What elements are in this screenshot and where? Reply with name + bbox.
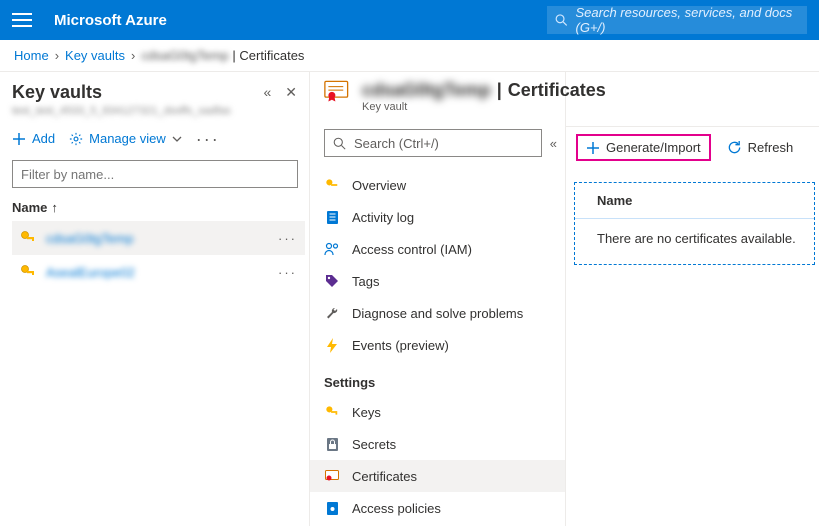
manage-view-button[interactable]: Manage view — [69, 131, 182, 146]
vault-list-item[interactable]: cdsaG0tgTemp ··· — [12, 221, 305, 255]
plus-icon — [12, 132, 26, 146]
resource-title: cdsaG0tgTemp | Certificates — [362, 80, 606, 101]
more-button[interactable]: ··· — [196, 134, 220, 144]
collapse-left-icon[interactable]: « — [263, 84, 271, 101]
name-column-header[interactable]: Name — [575, 183, 814, 219]
refresh-button[interactable]: Refresh — [719, 136, 802, 159]
certificates-list-area: Name There are no certificates available… — [574, 182, 815, 265]
brand[interactable]: Microsoft Azure — [54, 12, 167, 29]
panel-subtitle: test_test_4533_5_834127321_dssffs_sadfas — [12, 105, 305, 117]
nav-access-policies[interactable]: Access policies — [310, 492, 565, 524]
nav-certificates[interactable]: Certificates — [310, 460, 565, 492]
keyvault-icon — [325, 178, 339, 192]
chevron-down-icon — [172, 136, 182, 142]
search-icon — [555, 13, 568, 27]
key-icon — [325, 405, 339, 419]
certificate-icon — [324, 80, 352, 102]
breadcrumb-sep: › — [55, 48, 59, 63]
refresh-icon — [727, 140, 742, 155]
resource-type: Key vault — [362, 101, 606, 113]
menu-search[interactable]: Search (Ctrl+/) — [324, 129, 542, 157]
search-icon — [333, 137, 346, 150]
nav-diagnose[interactable]: Diagnose and solve problems — [310, 297, 565, 329]
filter-input[interactable] — [12, 160, 298, 188]
bolt-icon — [327, 338, 337, 353]
tag-icon — [325, 274, 339, 288]
sort-asc-icon: ↑ — [51, 200, 58, 215]
global-search[interactable]: Search resources, services, and docs (G+… — [547, 6, 807, 34]
panel-title: Key vaults — [12, 82, 102, 103]
global-header: Microsoft Azure Search resources, servic… — [0, 0, 819, 40]
breadcrumb-keyvaults[interactable]: Key vaults — [65, 48, 125, 63]
row-more-button[interactable]: ··· — [278, 231, 297, 246]
keyvault-icon — [20, 264, 36, 280]
generate-import-button[interactable]: Generate/Import — [576, 134, 711, 161]
nav-overview[interactable]: Overview — [310, 169, 565, 201]
close-icon[interactable]: ✕ — [285, 84, 297, 101]
nav-secrets[interactable]: Secrets — [310, 428, 565, 460]
wrench-icon — [325, 306, 339, 320]
plus-icon — [586, 141, 600, 155]
nav-activity-log[interactable]: Activity log — [310, 201, 565, 233]
nav-access-control[interactable]: Access control (IAM) — [310, 233, 565, 265]
collapse-menu-icon[interactable]: « — [550, 136, 557, 151]
hamburger-menu[interactable] — [12, 13, 32, 27]
breadcrumb-sep: › — [131, 48, 135, 63]
keyvault-icon — [20, 230, 36, 246]
name-column-header[interactable]: Name ↑ — [12, 200, 305, 215]
log-icon — [326, 210, 339, 225]
nav-section-settings: Settings — [310, 361, 565, 396]
vault-list-item[interactable]: AsealEurope02 ··· — [12, 255, 305, 289]
resource-nav-panel: cdsaG0tgTemp | Certificates Key vault Se… — [310, 72, 566, 526]
gear-icon — [69, 132, 83, 146]
breadcrumb: Home › Key vaults › cdsaG0tgTemp | Certi… — [0, 40, 819, 72]
breadcrumb-vault[interactable]: cdsaG0tgTemp — [141, 48, 228, 63]
certificate-icon — [325, 470, 340, 482]
secret-icon — [326, 437, 339, 452]
certificates-content-panel: Generate/Import Refresh Name There are n… — [566, 72, 819, 526]
breadcrumb-home[interactable]: Home — [14, 48, 49, 63]
row-more-button[interactable]: ··· — [278, 265, 297, 280]
keyvaults-list-panel: Key vaults « ✕ test_test_4533_5_83412732… — [0, 72, 310, 526]
breadcrumb-current: | Certificates — [229, 48, 305, 63]
empty-state-text: There are no certificates available. — [575, 219, 814, 246]
nav-keys[interactable]: Keys — [310, 396, 565, 428]
nav-events[interactable]: Events (preview) — [310, 329, 565, 361]
add-button[interactable]: Add — [12, 131, 55, 146]
policy-icon — [326, 501, 339, 516]
nav-tags[interactable]: Tags — [310, 265, 565, 297]
people-icon — [324, 242, 340, 256]
search-placeholder: Search resources, services, and docs (G+… — [576, 5, 800, 35]
